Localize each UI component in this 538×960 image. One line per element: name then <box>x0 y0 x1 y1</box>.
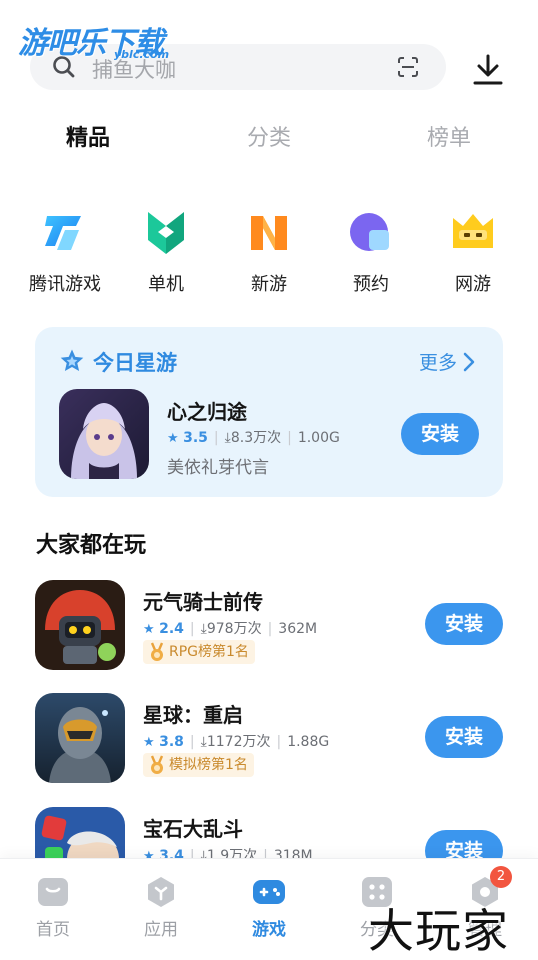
rating-star-icon: ★ <box>143 622 155 637</box>
today-star-game-desc: 美依礼芽代言 <box>167 458 269 478</box>
section-title: 大家都在玩 <box>36 533 147 558</box>
nav-label: 应用 <box>144 920 178 940</box>
watermark-logo-sub: yblc.com <box>114 48 170 61</box>
rank-badge-text: RPG榜第1名 <box>169 644 249 660</box>
rating-value: 2.4 <box>159 621 184 637</box>
install-button[interactable]: 安装 <box>425 716 503 758</box>
game-icon-xinzhiguitu[interactable] <box>59 389 149 479</box>
chevron-right-icon[interactable] <box>461 351 477 373</box>
top-tabs: 精品 分类 榜单 <box>0 120 538 164</box>
medal-icon <box>150 755 164 774</box>
game-size: 1.88G <box>287 734 330 750</box>
category-label: 单机 <box>148 274 184 295</box>
rating-value: 3.5 <box>183 430 208 446</box>
nav-apps[interactable]: 应用 <box>121 875 201 940</box>
game-icon-xingqiu[interactable] <box>35 693 125 783</box>
download-count: 978万次 <box>206 621 262 637</box>
install-button[interactable]: 安装 <box>401 413 479 455</box>
rank-badge: RPG榜第1名 <box>143 640 255 664</box>
game-meta: ★ 3.8 | ⤓1172万次 | 1.88G <box>143 734 330 750</box>
rank-badge: 模拟榜第1名 <box>143 753 254 777</box>
download-count: 1172万次 <box>206 734 271 750</box>
game-icon-yuanqi[interactable] <box>35 580 125 670</box>
notification-badge: 2 <box>490 866 512 888</box>
category-single-player[interactable]: 单机 <box>121 208 211 296</box>
nav-label: 首页 <box>36 920 70 940</box>
new-games-icon <box>251 216 287 250</box>
nav-games[interactable]: 游戏 <box>229 875 309 940</box>
online-games-icon <box>453 214 493 248</box>
category-reservation[interactable]: 预约 <box>326 208 416 296</box>
today-star-card: 今日星游 更多 心之归途 ★ 3.5 | ⤓8.3万次 | 1.00G 美依礼芽代言 安… <box>35 327 503 497</box>
category-new-games[interactable]: 新游 <box>224 208 314 296</box>
category-tencent-games[interactable]: 腾讯游戏 <box>20 208 110 296</box>
game-name[interactable]: 星球：重启 <box>143 699 243 728</box>
rank-badge-text: 模拟榜第1名 <box>169 757 248 773</box>
scan-icon[interactable] <box>396 55 420 79</box>
medal-icon <box>150 642 164 661</box>
game-name[interactable]: 宝石大乱斗 <box>143 813 243 842</box>
category-label: 网游 <box>455 274 491 295</box>
watermark-logo: 游吧乐下载 yblc.com <box>18 18 169 62</box>
tab-ranking[interactable]: 榜单 <box>427 120 471 152</box>
download-icon[interactable] <box>470 52 506 86</box>
star-icon <box>60 349 84 371</box>
install-button[interactable]: 安装 <box>425 603 503 645</box>
tab-underline <box>66 151 112 160</box>
category-label: 腾讯游戏 <box>29 274 101 295</box>
rating-value: 3.8 <box>159 734 184 750</box>
apps-icon <box>148 877 174 907</box>
rating-star-icon: ★ <box>143 735 155 750</box>
game-name[interactable]: 元气骑士前传 <box>143 586 263 615</box>
reservation-icon <box>350 213 389 251</box>
robot-knight-icon <box>35 580 125 670</box>
single-player-icon <box>148 212 184 254</box>
today-star-game-name[interactable]: 心之归途 <box>167 396 247 425</box>
category-label: 预约 <box>353 274 389 295</box>
home-icon <box>38 878 68 906</box>
tab-category[interactable]: 分类 <box>247 120 291 152</box>
list-item[interactable]: 星球：重启 ★ 3.8 | ⤓1172万次 | 1.88G 模拟榜第1名 安装 <box>0 693 538 793</box>
game-size: 362M <box>278 621 318 637</box>
gamepad-icon <box>253 880 285 904</box>
game-meta: ★ 2.4 | ⤓978万次 | 362M <box>143 621 318 637</box>
game-size: 1.00G <box>297 430 340 446</box>
tab-featured[interactable]: 精品 <box>66 120 110 152</box>
tencent-games-icon <box>45 216 81 250</box>
list-item[interactable]: 元气骑士前传 ★ 2.4 | ⤓978万次 | 362M RPG榜第1名 安装 <box>0 580 538 680</box>
category-online-games[interactable]: 网游 <box>428 208 518 296</box>
category-shortcuts: 腾讯游戏 单机 新游 预约 网游 <box>0 208 538 303</box>
astronaut-icon <box>35 693 125 783</box>
today-star-title: 今日星游 <box>93 351 177 375</box>
download-count: 8.3万次 <box>230 430 282 446</box>
today-star-game-meta: ★ 3.5 | ⤓8.3万次 | 1.00G <box>167 430 340 446</box>
nav-home[interactable]: 首页 <box>13 875 93 940</box>
category-label: 新游 <box>251 274 287 295</box>
watermark-bottom: 大玩家 <box>368 904 509 958</box>
rating-star-icon: ★ <box>167 431 179 446</box>
today-star-more-link[interactable]: 更多 <box>419 348 457 375</box>
anime-girl-icon <box>59 389 149 479</box>
nav-label: 游戏 <box>252 920 286 940</box>
